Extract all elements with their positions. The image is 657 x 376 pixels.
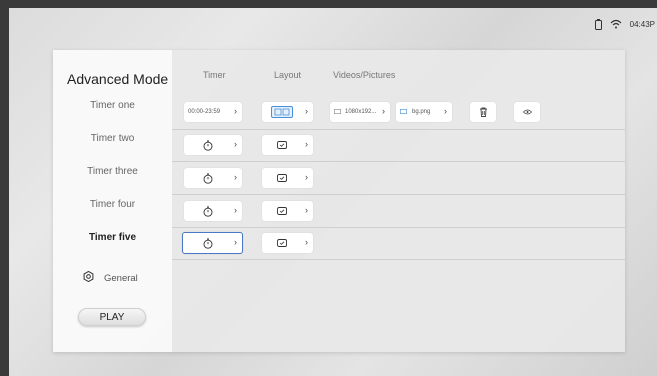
timer-five-layout[interactable]: ›	[262, 233, 313, 253]
row-divider	[172, 129, 625, 130]
sidebar: Advanced Mode Timer one Timer two Timer …	[53, 50, 172, 352]
sidebar-item-timer-five[interactable]: Timer five	[53, 221, 172, 253]
stopwatch-icon	[203, 206, 213, 217]
preview-button[interactable]	[514, 102, 540, 122]
status-bar: 04:43P	[594, 17, 657, 31]
sidebar-item-timer-two[interactable]: Timer two	[53, 122, 172, 154]
gear-icon	[83, 270, 94, 285]
advanced-mode-panel: Advanced Mode Timer one Timer two Timer …	[53, 50, 625, 352]
chevron-right-icon: ›	[234, 106, 237, 116]
video-icon	[334, 108, 342, 116]
column-header-media: Videos/Pictures	[333, 70, 396, 80]
chevron-right-icon: ›	[444, 106, 447, 116]
chevron-right-icon: ›	[305, 172, 308, 182]
layout-icon	[270, 106, 293, 118]
chevron-right-icon: ›	[305, 205, 308, 215]
stopwatch-icon	[203, 238, 213, 249]
clock: 04:43P	[629, 19, 655, 29]
eye-icon	[522, 109, 532, 115]
sidebar-item-label: Timer two	[90, 132, 135, 144]
timer-four-timer[interactable]: ›	[184, 201, 242, 221]
chevron-right-icon: ›	[234, 237, 237, 247]
sidebar-item-label: Timer three	[87, 165, 138, 177]
picture-name: bg.png	[412, 109, 431, 115]
timer-two-layout[interactable]: ›	[262, 135, 313, 155]
picture-icon	[400, 108, 408, 116]
delete-button[interactable]	[470, 102, 496, 122]
timer-four-layout[interactable]: ›	[262, 201, 313, 221]
chevron-right-icon: ›	[234, 205, 237, 215]
chevron-right-icon: ›	[305, 106, 308, 116]
timer-one-video[interactable]: 1080x192... ›	[330, 102, 390, 122]
timer-three-timer[interactable]: ›	[184, 168, 242, 188]
timer-one-layout[interactable]: ›	[262, 102, 313, 122]
layout-icon	[276, 141, 287, 149]
row-divider	[172, 227, 625, 228]
timer-five-timer[interactable]: ›	[182, 232, 243, 254]
chevron-right-icon: ›	[305, 237, 308, 247]
stopwatch-icon	[203, 140, 213, 151]
timer-one-picture[interactable]: bg.png ›	[396, 102, 452, 122]
sidebar-item-label: Timer one	[90, 99, 135, 111]
layout-icon	[276, 174, 287, 182]
chevron-right-icon: ›	[382, 106, 385, 116]
screen: 04:43P Advanced Mode Timer one Timer two…	[9, 8, 657, 376]
chevron-right-icon: ›	[305, 139, 308, 149]
chevron-right-icon: ›	[234, 139, 237, 149]
timer-three-layout[interactable]: ›	[262, 168, 313, 188]
battery-icon	[594, 18, 602, 30]
timer-two-timer[interactable]: ›	[184, 135, 242, 155]
timer-one-time-range[interactable]: 00:00-23:59 ›	[184, 102, 242, 122]
layout-icon	[276, 239, 287, 247]
row-divider	[172, 161, 625, 162]
general-label: General	[104, 272, 138, 284]
layout-icon	[276, 207, 287, 215]
column-header-layout: Layout	[274, 70, 302, 80]
stopwatch-icon	[203, 173, 213, 184]
sidebar-item-general[interactable]: General	[83, 270, 138, 285]
row-divider	[172, 259, 625, 260]
sidebar-item-label: Timer five	[88, 231, 137, 243]
play-button[interactable]: PLAY	[78, 308, 146, 326]
sidebar-item-timer-three[interactable]: Timer three	[53, 155, 172, 187]
chevron-right-icon: ›	[234, 172, 237, 182]
video-name: 1080x192...	[345, 109, 377, 115]
timer-table: Timer Layout Videos/Pictures 00:00-23:59…	[172, 50, 625, 352]
column-header-timer: Timer	[203, 70, 226, 80]
trash-icon	[479, 107, 488, 117]
sidebar-item-timer-one[interactable]: Timer one	[53, 89, 172, 121]
time-range-text: 00:00-23:59	[188, 109, 221, 115]
page-title: Advanced Mode	[67, 71, 169, 87]
sidebar-item-timer-four[interactable]: Timer four	[53, 188, 172, 220]
row-divider	[172, 194, 625, 195]
wifi-icon	[610, 19, 622, 29]
sidebar-item-label: Timer four	[89, 198, 136, 210]
